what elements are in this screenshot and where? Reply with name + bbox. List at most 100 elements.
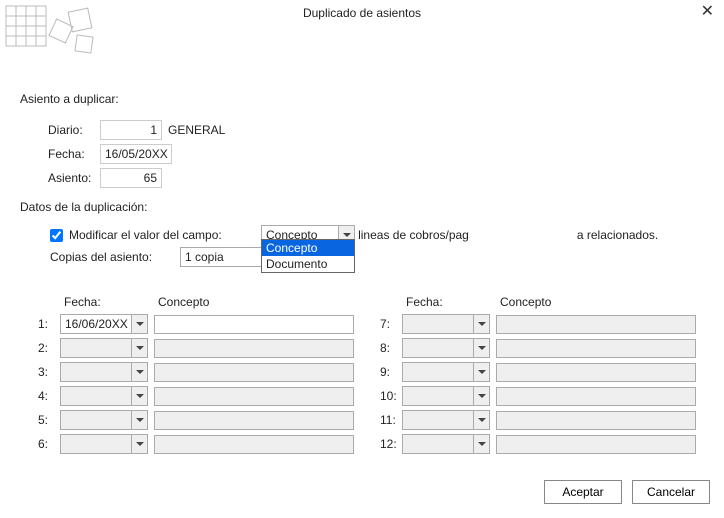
row-date-text: 16/06/20XX [61,315,131,333]
row-date-text [61,363,131,381]
label-asiento: Asiento: [20,171,100,185]
row-concept-field [155,364,353,381]
row-index: 8: [380,341,402,355]
row-concept-input [154,411,354,430]
row-concept-field [155,388,353,405]
section-dup-label: Datos de la duplicación: [20,200,724,214]
row-index: 4: [38,389,60,403]
chevron-down-icon [473,387,489,405]
row-date-combo[interactable]: 16/06/20XX [60,314,148,334]
grid-header-concepto: Concepto [152,295,352,309]
chevron-down-icon [473,363,489,381]
table-row: 8: [380,336,696,360]
chevron-down-icon [473,339,489,357]
table-row: 5: [38,408,354,432]
table-row: 9: [380,360,696,384]
row-date-text [403,363,473,381]
row-concept-field [497,412,695,429]
row-concept-input [154,387,354,406]
fecha-value: 16/05/20XX [100,144,172,164]
row-index: 9: [380,365,402,379]
row-date-combo [60,434,148,454]
row-concept-input [496,315,696,334]
row-concept-field [497,340,695,357]
row-concept-field [155,412,353,429]
table-row: 10: [380,384,696,408]
row-concept-input [496,435,696,454]
diario-name: GENERAL [168,123,225,137]
row-concept-input[interactable] [154,315,354,334]
label-fecha: Fecha: [20,147,100,161]
row-date-text [61,339,131,357]
table-row: 11: [380,408,696,432]
dropdown-option-documento[interactable]: Documento [262,256,354,272]
row-concept-input [496,387,696,406]
chevron-down-icon [131,387,147,405]
row-index: 5: [38,413,60,427]
row-concept-input [154,339,354,358]
row-index: 1: [38,317,60,331]
modify-field-checkbox[interactable] [50,229,63,242]
asiento-value: 65 [100,168,162,188]
row-date-combo [402,410,490,430]
table-row: 1:16/06/20XX [38,312,354,336]
row-index: 3: [38,365,60,379]
row-concept-field [497,364,695,381]
row-index: 11: [380,413,402,427]
table-row: 7: [380,312,696,336]
grid-header-fecha: Fecha: [60,295,152,309]
chevron-down-icon [473,435,489,453]
row-date-text [61,387,131,405]
row-date-combo [60,410,148,430]
grid-header-concepto: Concepto [494,295,694,309]
diario-number: 1 [100,120,162,140]
row-date-text [61,435,131,453]
chevron-down-icon [473,411,489,429]
table-row: 2: [38,336,354,360]
chevron-down-icon [131,411,147,429]
dropdown-option-concepto[interactable]: Concepto [262,240,354,256]
row-concept-input [496,363,696,382]
row-concept-field [155,340,353,357]
row-concept-field [497,388,695,405]
row-date-combo [60,386,148,406]
row-date-text [403,339,473,357]
row-concept-field [497,316,695,333]
row-concept-field[interactable] [155,316,353,333]
row-date-combo [60,338,148,358]
row-date-text [403,435,473,453]
row-date-text [403,315,473,333]
row-concept-input [496,339,696,358]
row-date-combo [402,434,490,454]
row-date-text [403,411,473,429]
row-date-text [403,387,473,405]
chevron-down-icon[interactable] [131,315,147,333]
row-index: 12: [380,437,402,451]
section-source-label: Asiento a duplicar: [20,92,225,106]
chevron-down-icon [131,435,147,453]
row-index: 7: [380,317,402,331]
cancel-button[interactable]: Cancelar [632,480,710,504]
row-concept-input [154,363,354,382]
row-date-combo [402,338,490,358]
row-date-combo [402,314,490,334]
table-row: 3: [38,360,354,384]
copies-label: Copias del asiento: [50,250,180,264]
row-index: 10: [380,389,402,403]
row-date-combo [402,386,490,406]
table-row: 6: [38,432,354,456]
label-diario: Diario: [20,123,100,137]
modify-field-label: Modificar el valor del campo: [69,228,222,242]
row-date-combo [60,362,148,382]
row-concept-field [155,436,353,453]
chevron-down-icon [131,339,147,357]
duplicate-lines-label-right: a relacionados. [577,228,658,242]
row-concept-input [496,411,696,430]
grid-header-fecha: Fecha: [402,295,494,309]
modify-field-dropdown[interactable]: Concepto Documento [261,239,355,273]
table-row: 4: [38,384,354,408]
row-date-text [61,411,131,429]
accept-button[interactable]: Aceptar [544,480,622,504]
row-concept-input [154,435,354,454]
chevron-down-icon [131,363,147,381]
